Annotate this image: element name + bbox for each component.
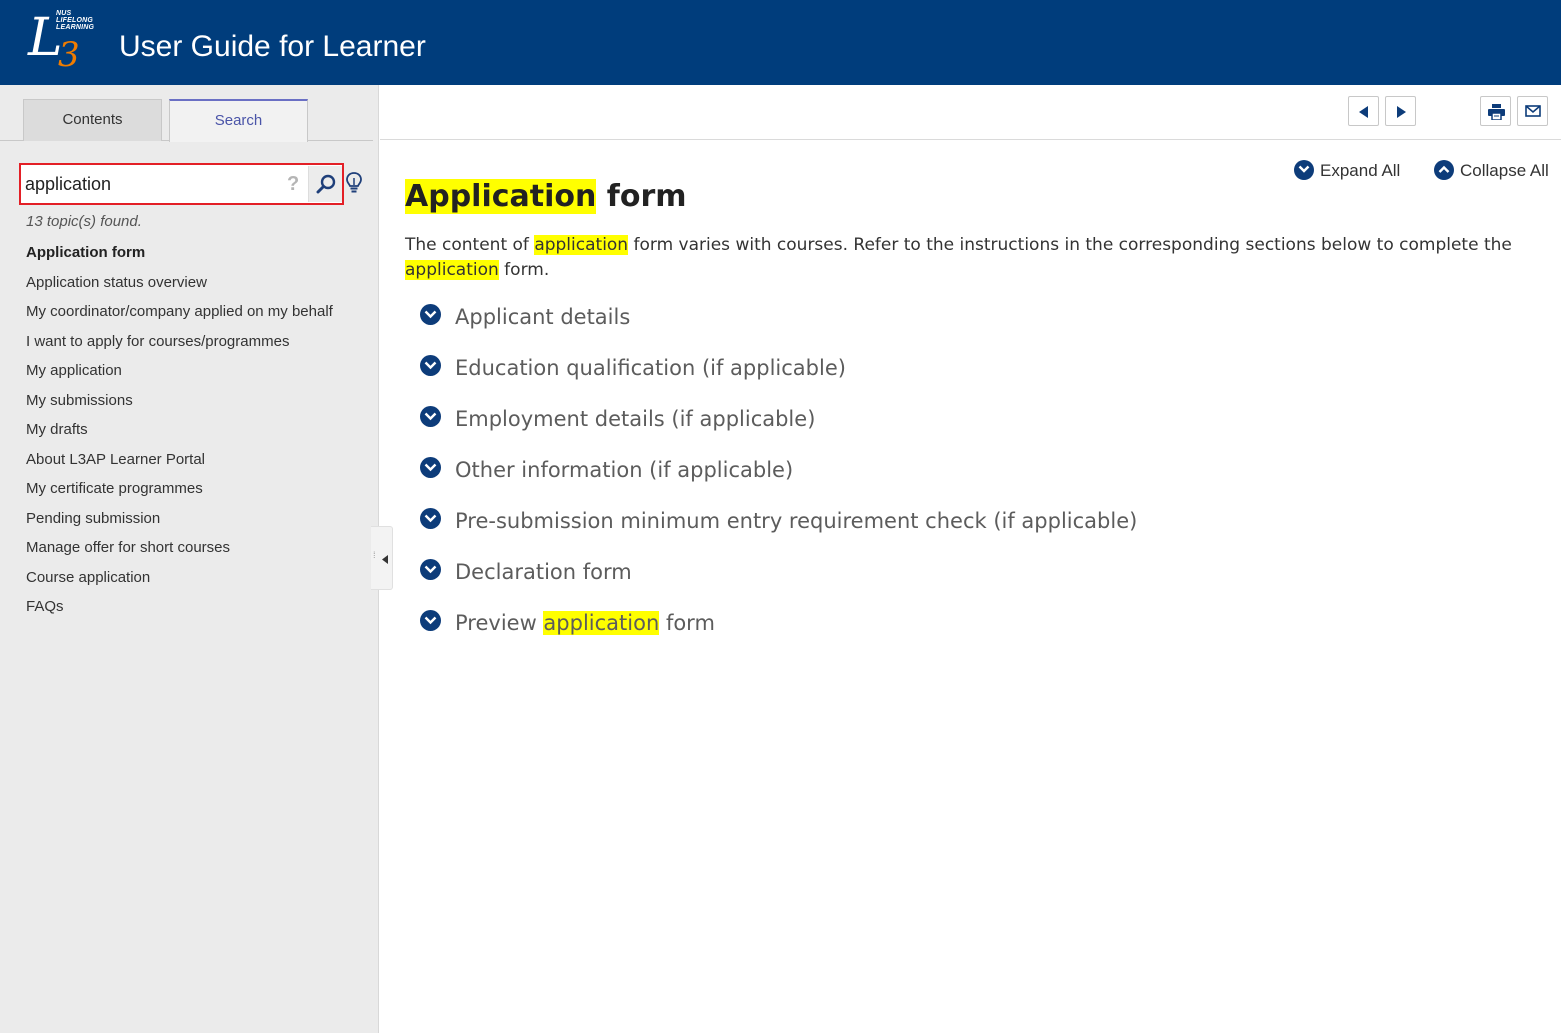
chevron-down-icon (420, 457, 441, 478)
print-button[interactable] (1480, 96, 1511, 126)
search-icon (316, 174, 336, 194)
result-item[interactable]: FAQs (26, 597, 333, 627)
result-item[interactable]: Manage offer for short courses (26, 538, 333, 568)
page-header-title: User Guide for Learner (119, 30, 426, 63)
print-icon (1488, 104, 1505, 120)
result-item[interactable]: About L3AP Learner Portal (26, 450, 333, 480)
topic-toolbar (380, 85, 1561, 140)
section-label: Preview application form (455, 611, 715, 635)
tab-search[interactable]: Search (169, 99, 308, 142)
sidebar-tabs: Contents Search (0, 85, 373, 142)
result-item[interactable]: Application status overview (26, 273, 333, 303)
search-help-icon[interactable]: ? (287, 171, 301, 197)
chevron-down-icon (420, 406, 441, 427)
collapse-all-button[interactable]: Collapse All (1434, 160, 1549, 182)
result-item[interactable]: Course application (26, 568, 333, 598)
results-count: 13 topic(s) found. (26, 213, 142, 230)
result-item[interactable]: My submissions (26, 391, 333, 421)
collapse-all-icon (1434, 160, 1454, 180)
email-icon (1525, 105, 1541, 117)
logo-caption: NUS LIFELONG LEARNING (56, 10, 95, 31)
previous-icon (1359, 106, 1368, 118)
sidebar-panel: Contents Search ? 13 topic(s) found. App… (0, 85, 393, 1033)
next-icon (1397, 106, 1406, 118)
previous-topic-button[interactable] (1348, 96, 1379, 126)
expand-all-button[interactable]: Expand All (1294, 160, 1400, 182)
section-label: Education qualification (if applicable) (455, 356, 846, 380)
collapse-all-label: Collapse All (1460, 161, 1549, 180)
app-header: L 3 NUS LIFELONG LEARNING User Guide for L… (0, 0, 1561, 85)
chevron-down-icon (420, 610, 441, 631)
section-label: Other information (if applicable) (455, 458, 794, 482)
chevron-down-icon (420, 355, 441, 376)
search-input[interactable] (25, 170, 283, 198)
result-item[interactable]: I want to apply for courses/programmes (26, 332, 333, 362)
section-label: Applicant details (455, 305, 631, 329)
section-label: Pre-submission minimum entry requirement… (455, 509, 1138, 533)
chevron-down-icon (420, 304, 441, 325)
intro-text: The content of (405, 235, 535, 255)
section-label: Declaration form (455, 560, 632, 584)
result-item[interactable]: My coordinator/company applied on my beh… (26, 302, 333, 332)
intro-text: form varies with courses. Refer to the i… (628, 235, 1512, 255)
topic-title-rest: form (596, 179, 687, 214)
expand-all-label: Expand All (1320, 161, 1401, 180)
result-item[interactable]: Application form (26, 243, 333, 273)
result-item[interactable]: My drafts (26, 420, 333, 450)
nus-l3-logo[interactable]: L 3 NUS LIFELONG LEARNING (28, 8, 98, 74)
result-item[interactable]: My certificate programmes (26, 479, 333, 509)
logo-3-mark: 3 (58, 35, 80, 75)
logo-l-mark: L (28, 8, 62, 68)
search-box: ? (19, 163, 344, 205)
section-label: Employment details (if applicable) (455, 407, 816, 431)
grip-icon: ⁞ (373, 550, 376, 560)
expand-all-icon (1294, 160, 1314, 180)
intro-text: form. (498, 260, 550, 280)
sidebar-collapse-handle[interactable]: ⁞ (371, 526, 393, 590)
chevron-left-icon (382, 555, 388, 564)
search-highlight: application (534, 235, 629, 255)
next-topic-button[interactable] (1385, 96, 1416, 126)
search-tips-bulb-icon[interactable] (346, 172, 362, 194)
topic-title: Application form (405, 176, 687, 218)
tab-contents[interactable]: Contents (23, 99, 162, 141)
search-results-list: Application form Application status over… (26, 243, 333, 627)
result-item[interactable]: Pending submission (26, 509, 333, 539)
chevron-down-icon (420, 559, 441, 580)
search-highlight: application (405, 260, 499, 280)
result-item[interactable]: My application (26, 361, 333, 391)
search-button[interactable] (308, 166, 342, 202)
chevron-down-icon (420, 508, 441, 529)
topic-intro: The content of application form varies w… (405, 233, 1535, 283)
search-highlight: Application (405, 179, 597, 214)
email-button[interactable] (1517, 96, 1548, 126)
